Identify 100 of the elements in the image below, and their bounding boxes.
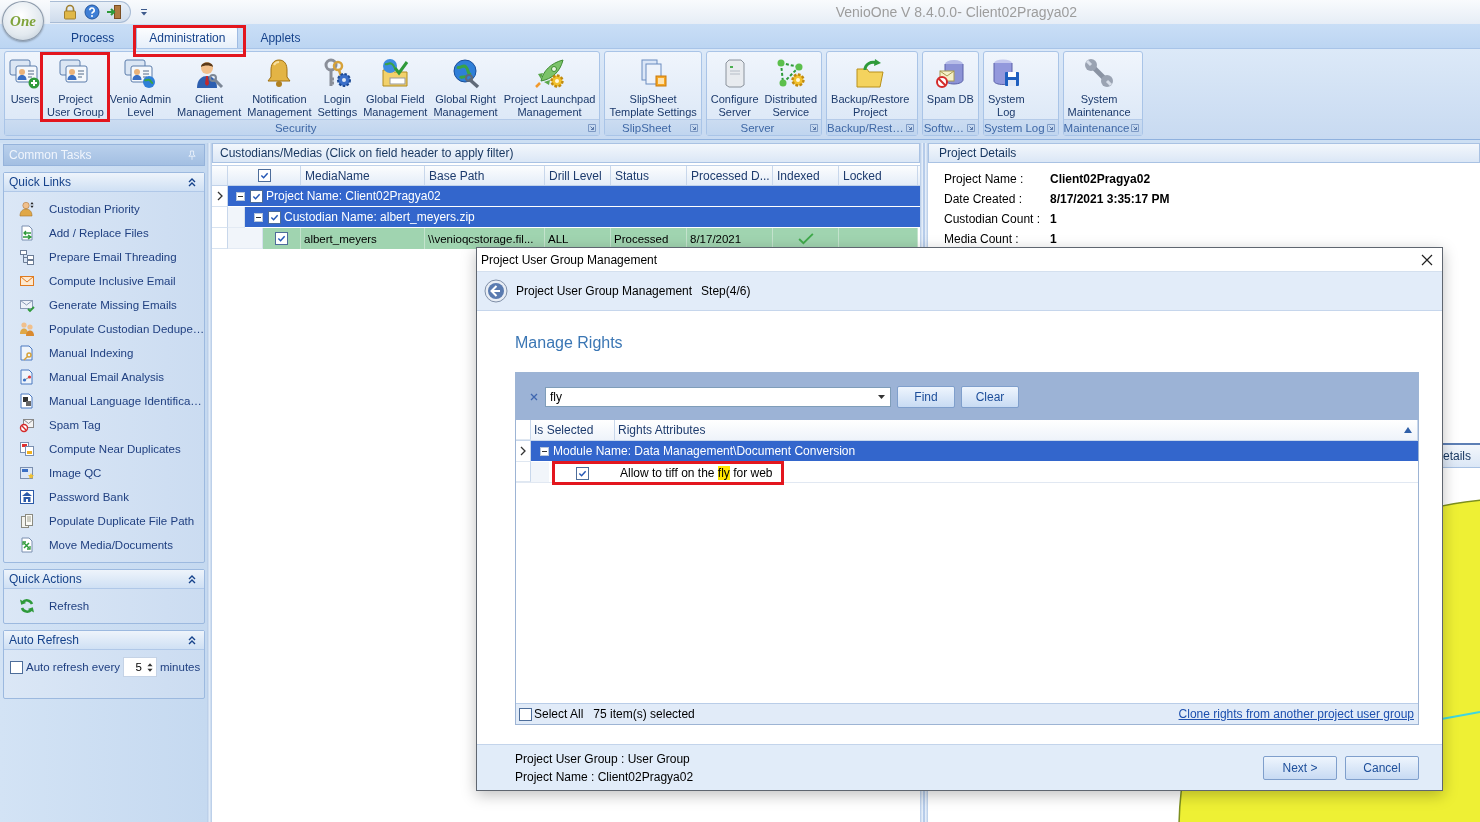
ribbon-button[interactable]: Backup/Restore Project — [828, 55, 913, 119]
column-header[interactable]: MediaName — [301, 166, 425, 185]
ribbon-button[interactable]: Notification Management — [244, 55, 315, 119]
field-label: Custodian Count : — [944, 212, 1042, 226]
column-header[interactable]: Drill Level — [545, 166, 611, 185]
ribbon-tab[interactable]: Applets — [247, 26, 314, 48]
table-cell: albert_meyers — [301, 228, 425, 249]
ribbon-button[interactable]: Global Right Management — [430, 55, 501, 119]
launcher-icon[interactable] — [966, 123, 975, 132]
section-header[interactable]: Quick Actions — [4, 570, 204, 589]
ribbon-button[interactable]: Client Management — [174, 55, 245, 119]
task-link[interactable]: Manual Email Analysis — [4, 365, 204, 389]
column-header[interactable]: Processed D... — [687, 166, 773, 185]
summary-text: Project User Group : User Group — [515, 751, 691, 766]
dialog-button[interactable]: Cancel — [1345, 755, 1419, 780]
checkbox[interactable] — [275, 232, 288, 245]
group-row[interactable]: Module Name: Data Management\Document Conversion — [531, 441, 1418, 462]
ribbon-button[interactable]: Users — [6, 55, 44, 119]
filter-button[interactable]: Clear — [961, 385, 1019, 408]
task-link[interactable]: Spam Tag — [4, 413, 204, 437]
tick-icon — [259, 171, 269, 180]
task-link[interactable]: Add / Replace Files — [4, 221, 204, 245]
column-header[interactable]: Is Selected — [531, 420, 615, 440]
launcher-icon[interactable] — [689, 123, 698, 132]
section-header[interactable]: Auto Refresh — [4, 631, 204, 650]
ribbon-button[interactable]: System Log — [984, 55, 1028, 119]
group-row[interactable]: Project Name: Client02Pragya02 — [228, 186, 920, 207]
ribbon-button[interactable]: Configure Server — [707, 55, 762, 119]
document-cross-arrows-icon — [19, 537, 35, 553]
clear-icon[interactable] — [530, 392, 538, 401]
ribbon-button[interactable]: Venio Admin Level — [106, 55, 174, 119]
door-arrow-icon[interactable] — [106, 4, 122, 20]
row-header-cell[interactable] — [516, 441, 531, 462]
launcher-icon[interactable] — [810, 123, 819, 132]
column-header[interactable]: Base Path — [425, 166, 545, 185]
row-header-cell[interactable] — [212, 186, 228, 207]
ribbon-button[interactable]: Global Field Management — [360, 55, 431, 119]
window-title: VenioOne V 8.4.0.0- Client02Pragya02 — [835, 4, 1077, 20]
checkbox[interactable] — [575, 466, 589, 480]
group-row-label: Module Name: Data Management\Document Conversion — [553, 444, 856, 458]
task-link[interactable]: Move Media/Documents — [4, 533, 204, 557]
double-chevron-up-icon[interactable] — [187, 177, 197, 187]
documents-icon — [19, 513, 35, 529]
collapse-icon[interactable] — [254, 212, 263, 222]
ribbon-tab[interactable]: Process — [58, 26, 128, 48]
dropdown-caret-icon[interactable] — [878, 394, 885, 399]
dropdown-caret-icon[interactable] — [140, 8, 148, 16]
task-link[interactable]: Populate Custodian Dedupe… — [4, 317, 204, 341]
task-link[interactable]: Compute Near Duplicates — [4, 437, 204, 461]
step-title: Project User Group Management — [516, 284, 693, 298]
launcher-icon[interactable] — [1046, 123, 1055, 132]
group-title: Security — [274, 121, 317, 134]
lock-icon[interactable] — [62, 4, 78, 20]
group-row[interactable]: Custodian Name: albert_meyers.zip — [245, 207, 920, 228]
task-link[interactable]: Refresh — [4, 594, 204, 618]
task-link[interactable]: Custodian Priority — [4, 197, 204, 221]
task-link[interactable]: Manual Indexing — [4, 341, 204, 365]
task-link[interactable]: Image QC — [4, 461, 204, 485]
double-chevron-up-icon[interactable] — [187, 574, 197, 584]
row-header-cell[interactable] — [212, 207, 228, 228]
tick-icon — [577, 468, 587, 478]
checkbox[interactable] — [519, 707, 532, 721]
number-field[interactable]: 5 — [122, 657, 157, 677]
task-link[interactable]: Populate Duplicate File Path — [4, 509, 204, 533]
task-link[interactable]: Compute Inclusive Email — [4, 269, 204, 293]
launcher-icon[interactable] — [1131, 123, 1140, 132]
launcher-icon[interactable] — [905, 123, 914, 132]
collapse-icon[interactable] — [236, 191, 245, 201]
ribbon-button[interactable]: Login Settings — [314, 55, 361, 119]
ribbon-button[interactable]: Spam DB — [923, 55, 977, 119]
ribbon-button[interactable]: Distributed Service — [761, 55, 821, 119]
row-header-cell[interactable] — [516, 462, 531, 482]
auto-refresh-label: Auto refresh every — [26, 661, 120, 673]
checkbox[interactable] — [10, 660, 23, 674]
task-link[interactable]: Password Bank — [4, 485, 204, 509]
dialog-button[interactable]: Next > — [1263, 755, 1337, 780]
checkbox[interactable] — [257, 169, 271, 182]
collapse-icon[interactable] — [540, 446, 549, 456]
column-header[interactable]: Rights Attributes — [615, 420, 1418, 440]
column-header[interactable]: Indexed — [773, 166, 839, 185]
launcher-icon[interactable] — [588, 123, 597, 132]
column-header[interactable]: Locked — [839, 166, 918, 185]
step-indicator: Step(4/6) — [701, 284, 751, 298]
clone-rights-link[interactable]: Clone rights from another project user group — [1178, 707, 1414, 721]
ribbon-button[interactable]: Project Launchpad Management — [500, 55, 599, 119]
ribbon-button[interactable]: SlipSheet Template Settings — [606, 55, 700, 119]
double-chevron-up-icon[interactable] — [187, 635, 197, 645]
filter-button[interactable]: Find — [897, 385, 955, 408]
task-link[interactable]: Manual Language Identifica… — [4, 389, 204, 413]
section-header[interactable]: Quick Links — [4, 173, 204, 192]
task-link[interactable]: Prepare Email Threading — [4, 245, 204, 269]
checkbox[interactable] — [250, 189, 263, 203]
task-link[interactable]: Generate Missing Emails — [4, 293, 204, 317]
column-header[interactable]: Status — [611, 166, 687, 185]
help-icon[interactable] — [84, 4, 100, 20]
row-header-cell[interactable] — [212, 228, 228, 249]
ribbon-button[interactable]: System Maintenance — [1064, 55, 1134, 119]
search-combo-field[interactable]: fly — [545, 386, 891, 407]
checkbox[interactable] — [268, 210, 281, 224]
close-icon[interactable] — [1421, 253, 1433, 266]
